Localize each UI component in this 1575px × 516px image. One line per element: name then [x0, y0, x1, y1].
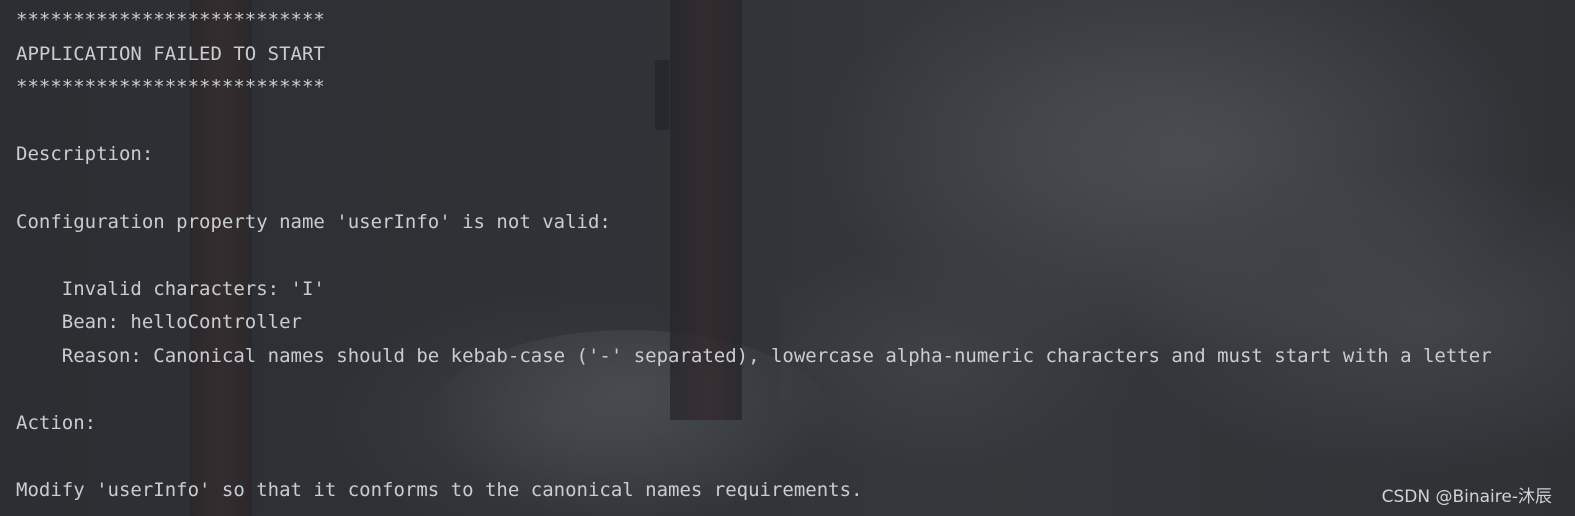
log-blank-line: [16, 239, 1492, 273]
csdn-watermark: CSDN @Binaire-沐辰: [1381, 487, 1552, 507]
log-blank-line: [16, 374, 1492, 408]
log-separator: ***************************: [16, 76, 325, 99]
log-bean: Bean: helloController: [16, 311, 302, 334]
log-error-title: APPLICATION FAILED TO START: [16, 42, 325, 65]
log-blank-line: [16, 441, 1492, 475]
log-reason: Reason: Canonical names should be kebab-…: [16, 344, 1492, 367]
log-blank-line: [16, 105, 1492, 139]
log-blank-line: [16, 172, 1492, 206]
log-separator: ***************************: [16, 9, 325, 31]
log-invalid-characters: Invalid characters: 'I': [16, 277, 325, 300]
log-description-heading: Description:: [16, 143, 154, 166]
log-description-text: Configuration property name 'userInfo' i…: [16, 210, 611, 233]
log-action-heading: Action:: [16, 412, 97, 435]
console-log[interactable]: *************************** APPLICATION …: [16, 4, 1492, 508]
console-output-panel: *************************** APPLICATION …: [0, 0, 1575, 516]
log-action-text: Modify 'userInfo' so that it conforms to…: [16, 479, 863, 502]
